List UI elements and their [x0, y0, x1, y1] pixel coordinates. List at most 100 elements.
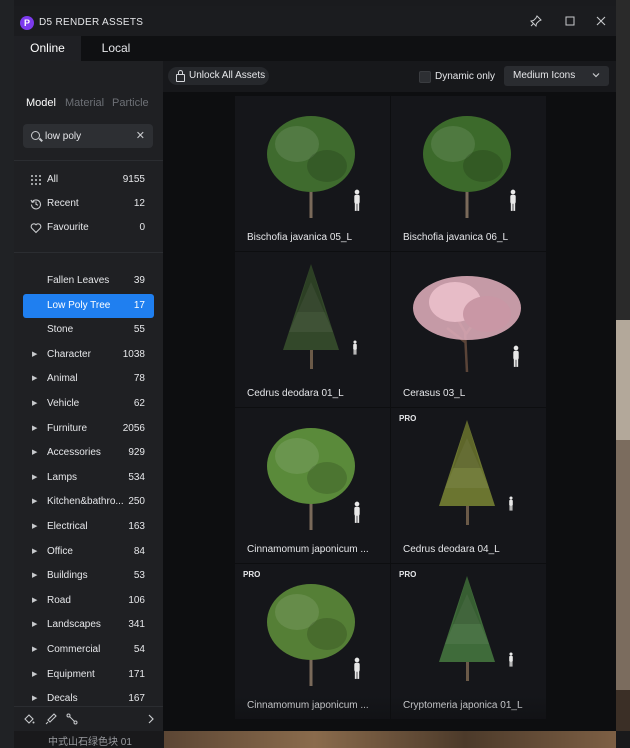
- category-item[interactable]: ▶ Accessories 929: [23, 441, 154, 465]
- dynamic-only-label[interactable]: Dynamic only: [435, 71, 495, 82]
- asset-thumbnail: [235, 252, 390, 382]
- filter-label: All: [47, 174, 59, 185]
- filter-all[interactable]: All 9155: [23, 168, 154, 192]
- filter-favourite[interactable]: Favourite 0: [23, 216, 154, 240]
- category-count: 53: [133, 570, 145, 582]
- category-item[interactable]: ▶ Commercial 54: [23, 638, 154, 662]
- expand-caret-icon[interactable]: ▶: [32, 349, 37, 361]
- category-item[interactable]: ▶ Road 106: [23, 589, 154, 613]
- category-item[interactable]: ▶ Lamps 534: [23, 466, 154, 490]
- dynamic-only-checkbox[interactable]: [419, 71, 431, 83]
- icon-size-select[interactable]: Medium Icons: [504, 66, 609, 86]
- asset-card[interactable]: PRO Cryptomeria japonica 01_L: [391, 564, 546, 719]
- asset-card[interactable]: Bischofia javanica 06_L: [391, 96, 546, 251]
- asset-card[interactable]: Cinnamomum japonicum ...: [235, 408, 390, 563]
- subtab-particle[interactable]: Particle: [112, 97, 149, 109]
- search-box: ✕: [23, 124, 153, 148]
- category-item[interactable]: Low Poly Tree 17: [23, 293, 154, 318]
- category-count: 250: [128, 496, 145, 508]
- asset-card[interactable]: Cerasus 03_L: [391, 252, 546, 407]
- background-asset-label: 中式山石绿色块 01: [48, 737, 132, 748]
- expand-caret-icon[interactable]: ▶: [32, 644, 37, 656]
- category-item[interactable]: ▶ Landscapes 341: [23, 613, 154, 637]
- scale-figure-icon: [354, 657, 360, 679]
- category-count: 341: [128, 619, 145, 631]
- maximize-icon[interactable]: [563, 15, 577, 29]
- scale-figure-icon: [509, 652, 513, 667]
- expand-caret-icon[interactable]: ▶: [32, 669, 37, 681]
- asset-card[interactable]: PRO Cedrus deodara 04_L: [391, 408, 546, 563]
- subtab-model[interactable]: Model: [26, 97, 56, 109]
- expand-caret-icon[interactable]: ▶: [32, 570, 37, 582]
- source-tabs: Online Local: [14, 36, 616, 61]
- title-bar[interactable]: P D5 RENDER ASSETS: [14, 6, 616, 36]
- asset-card[interactable]: Cedrus deodara 01_L: [235, 252, 390, 407]
- category-count: 167: [128, 693, 145, 705]
- background-app-left: [0, 0, 14, 748]
- chevron-right-icon[interactable]: [145, 713, 157, 725]
- heart-icon: [30, 222, 42, 234]
- paint-bucket-icon[interactable]: [23, 713, 35, 725]
- expand-caret-icon[interactable]: ▶: [32, 373, 37, 385]
- category-label: Electrical: [47, 521, 88, 532]
- subtab-material[interactable]: Material: [65, 97, 104, 109]
- category-count: 163: [128, 521, 145, 532]
- expand-caret-icon[interactable]: ▶: [32, 521, 37, 533]
- asset-grid: Bischofia javanica 05_L Bischofia javanic…: [163, 92, 616, 731]
- filter-count: 12: [133, 198, 145, 209]
- category-label: Furniture: [47, 422, 88, 434]
- grid-icon: [30, 174, 42, 186]
- background-viewport: [616, 0, 630, 748]
- expand-caret-icon[interactable]: ▶: [32, 693, 37, 705]
- filter-recent[interactable]: Recent 12: [23, 192, 154, 216]
- clear-search-icon[interactable]: ✕: [136, 129, 145, 142]
- asset-card[interactable]: PRO Cinnamomum japonicum ...: [235, 564, 390, 719]
- expand-caret-icon[interactable]: ▶: [32, 619, 37, 631]
- category-item[interactable]: ▶ Equipment 171: [23, 663, 154, 687]
- category-item[interactable]: ▶ Kitchen&bathro... 250: [23, 490, 154, 514]
- expand-caret-icon[interactable]: ▶: [32, 423, 37, 435]
- category-item[interactable]: Stone 55: [23, 318, 154, 342]
- search-input[interactable]: [45, 128, 133, 144]
- expand-caret-icon[interactable]: ▶: [32, 546, 37, 558]
- expand-caret-icon[interactable]: ▶: [32, 496, 37, 508]
- category-label: Lamps: [47, 471, 78, 483]
- sidebar-footer: [14, 707, 163, 731]
- category-count: 106: [128, 594, 145, 606]
- asset-thumbnail: [235, 96, 390, 226]
- asset-card[interactable]: Bischofia javanica 05_L: [235, 96, 390, 251]
- filter-count: 9155: [122, 174, 145, 185]
- unlock-all-button[interactable]: Unlock All Assets: [168, 67, 269, 85]
- category-item[interactable]: ▶ Character 1038: [23, 343, 154, 367]
- category-item[interactable]: ▶ Vehicle 62: [23, 392, 154, 416]
- chevron-down-icon: [592, 71, 600, 81]
- brush-icon[interactable]: [45, 713, 57, 725]
- pin-icon[interactable]: [529, 15, 543, 29]
- category-item[interactable]: ▶ Animal 78: [23, 367, 154, 391]
- category-label: Accessories: [47, 447, 101, 459]
- category-count: 929: [128, 447, 145, 459]
- category-item[interactable]: ▶ Electrical 163: [23, 515, 154, 539]
- unlock-label: Unlock All Assets: [189, 70, 266, 81]
- path-icon[interactable]: [66, 713, 78, 725]
- expand-caret-icon[interactable]: ▶: [32, 398, 37, 410]
- tab-online[interactable]: Online: [14, 36, 81, 61]
- category-count: 39: [133, 275, 145, 286]
- category-item[interactable]: ▶ Furniture 2056: [23, 417, 154, 441]
- category-item[interactable]: ▶ Office 84: [23, 540, 154, 564]
- category-count: 2056: [122, 422, 145, 434]
- expand-caret-icon[interactable]: ▶: [32, 595, 37, 607]
- tab-local[interactable]: Local: [81, 36, 151, 61]
- category-item[interactable]: ▶ Buildings 53: [23, 564, 154, 588]
- expand-caret-icon[interactable]: ▶: [32, 447, 37, 459]
- category-label: Character: [47, 348, 91, 360]
- category-item[interactable]: Fallen Leaves 39: [23, 269, 154, 293]
- asset-thumbnail: [391, 96, 546, 226]
- scale-figure-icon: [354, 189, 360, 211]
- close-icon[interactable]: [594, 15, 608, 29]
- category-count: 78: [133, 373, 145, 385]
- asset-thumbnail: [391, 564, 546, 694]
- background-asset-strip: 中式山石绿色块 01: [14, 731, 630, 748]
- category-count: 534: [128, 471, 145, 483]
- expand-caret-icon[interactable]: ▶: [32, 472, 37, 484]
